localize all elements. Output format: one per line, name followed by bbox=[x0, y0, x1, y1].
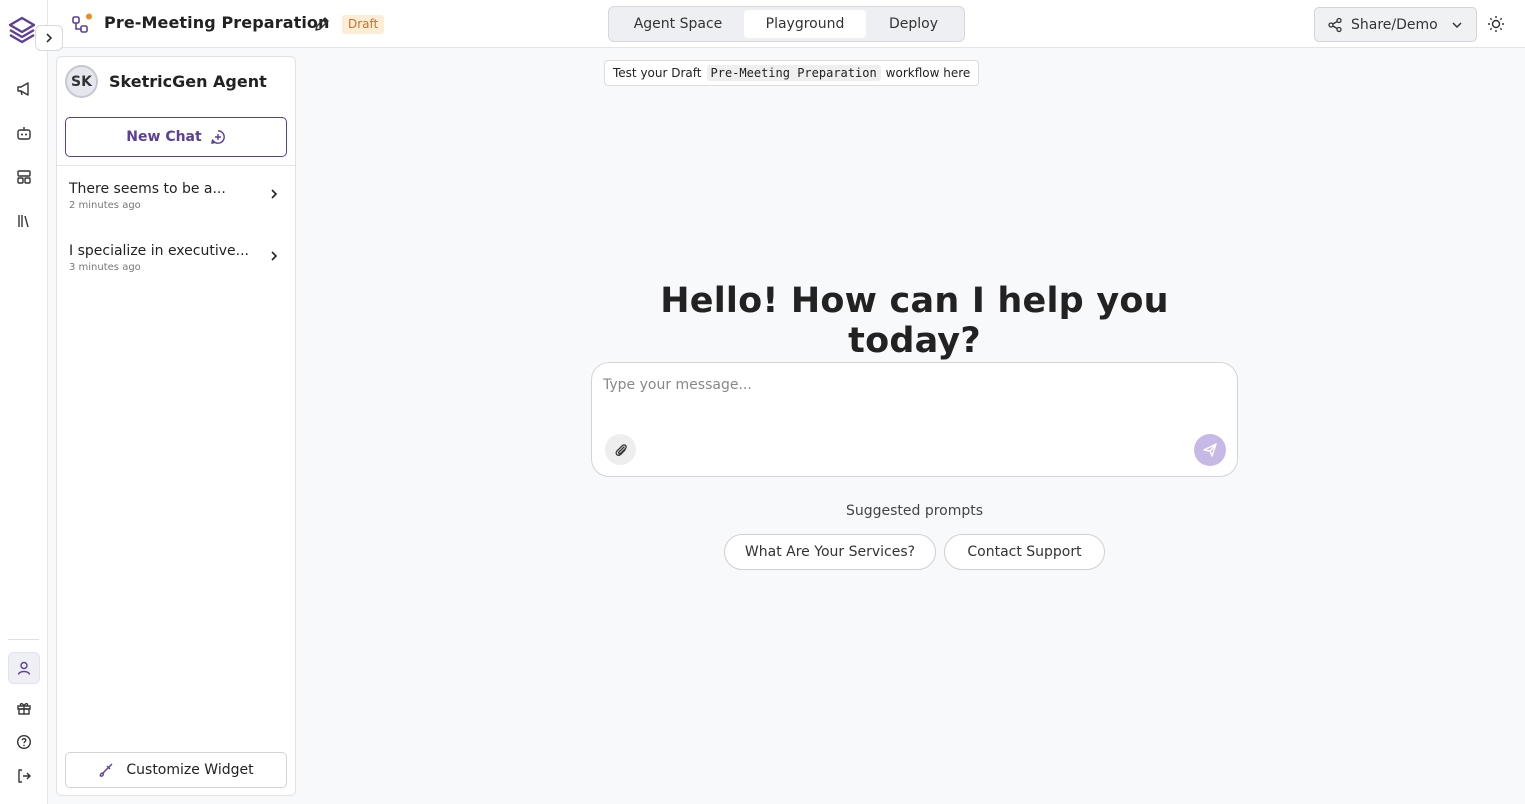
rail-divider bbox=[8, 639, 39, 640]
library-icon bbox=[18, 215, 29, 228]
suggested-prompt-support[interactable]: Contact Support bbox=[944, 534, 1105, 570]
help-icon bbox=[16, 734, 32, 750]
agent-avatar: SK bbox=[65, 65, 98, 98]
edit-icon[interactable] bbox=[312, 14, 332, 34]
send-icon bbox=[1203, 443, 1217, 457]
view-tabs: Agent Space Playground Deploy bbox=[608, 6, 965, 42]
message-input[interactable] bbox=[603, 377, 1223, 427]
suggested-prompt-services[interactable]: What Are Your Services? bbox=[724, 534, 936, 570]
expand-sidebar-button[interactable] bbox=[35, 25, 63, 51]
hint-workflow-name: Pre-Meeting Preparation bbox=[706, 65, 881, 81]
logout-nav[interactable] bbox=[14, 766, 34, 786]
top-header: Pre-Meeting Preparation Draft Agent Spac… bbox=[48, 0, 1525, 48]
share-demo-button[interactable]: Share/Demo bbox=[1314, 7, 1477, 42]
sun-icon[interactable] bbox=[1486, 14, 1506, 34]
message-composer bbox=[591, 362, 1238, 477]
logo-icon[interactable] bbox=[7, 16, 37, 46]
new-chat-icon bbox=[210, 130, 225, 144]
user-icon bbox=[17, 661, 31, 675]
attach-button[interactable] bbox=[605, 434, 636, 465]
chat-history-item[interactable]: There seems to be a... 2 minutes ago bbox=[57, 181, 295, 231]
new-chat-button[interactable]: New Chat bbox=[65, 117, 287, 157]
tab-deploy[interactable]: Deploy bbox=[866, 10, 961, 38]
suggested-prompts-label: Suggested prompts bbox=[845, 503, 984, 519]
profile-nav[interactable] bbox=[8, 652, 40, 684]
chevron-right-icon bbox=[271, 251, 278, 261]
hint-suffix: workflow here bbox=[885, 66, 971, 80]
brush-icon bbox=[100, 763, 113, 777]
chevron-down-icon bbox=[1452, 22, 1462, 29]
layout-icon bbox=[17, 170, 31, 184]
workflow-icon bbox=[72, 13, 92, 33]
logout-icon bbox=[18, 769, 31, 783]
megaphone-icon bbox=[17, 82, 29, 96]
chat-title: There seems to be a... bbox=[69, 181, 226, 197]
workflow-title: Pre-Meeting Preparation bbox=[104, 13, 330, 32]
campaigns-nav[interactable] bbox=[14, 79, 34, 99]
send-button[interactable] bbox=[1194, 434, 1226, 466]
chevron-right-icon bbox=[271, 189, 278, 199]
panel-divider bbox=[57, 165, 295, 166]
chat-title: I specialize in executive... bbox=[69, 243, 249, 259]
chat-timestamp: 2 minutes ago bbox=[69, 200, 141, 211]
share-icon bbox=[1328, 17, 1342, 32]
bot-icon bbox=[17, 127, 31, 140]
templates-nav[interactable] bbox=[14, 167, 34, 187]
customize-widget-button[interactable]: Customize Widget bbox=[65, 752, 287, 788]
chat-history-item[interactable]: I specialize in executive... 3 minutes a… bbox=[57, 243, 295, 293]
customize-widget-label: Customize Widget bbox=[126, 762, 254, 778]
library-nav[interactable] bbox=[14, 211, 34, 231]
tab-agent-space[interactable]: Agent Space bbox=[612, 10, 744, 38]
hint-prefix: Test your Draft bbox=[613, 66, 702, 80]
chevron-right-icon bbox=[46, 33, 53, 43]
greeting-heading: Hello! How can I help you today? bbox=[660, 281, 1169, 361]
share-demo-label: Share/Demo bbox=[1351, 16, 1438, 33]
help-nav[interactable] bbox=[14, 732, 34, 752]
left-rail bbox=[0, 0, 63, 804]
agents-nav[interactable] bbox=[14, 123, 34, 143]
agent-name: SketricGen Agent bbox=[109, 72, 267, 91]
playground-hint: Test your Draft Pre-Meeting Preparation … bbox=[604, 60, 980, 86]
rewards-nav[interactable] bbox=[14, 698, 34, 718]
paperclip-icon bbox=[615, 443, 627, 456]
chat-timestamp: 3 minutes ago bbox=[69, 262, 141, 273]
tab-playground[interactable]: Playground bbox=[744, 10, 866, 38]
gift-icon bbox=[17, 703, 31, 715]
status-badge: Draft bbox=[342, 15, 385, 34]
new-chat-label: New Chat bbox=[126, 129, 202, 145]
chat-history-panel: SK SketricGen Agent New Chat There seems… bbox=[56, 56, 296, 796]
